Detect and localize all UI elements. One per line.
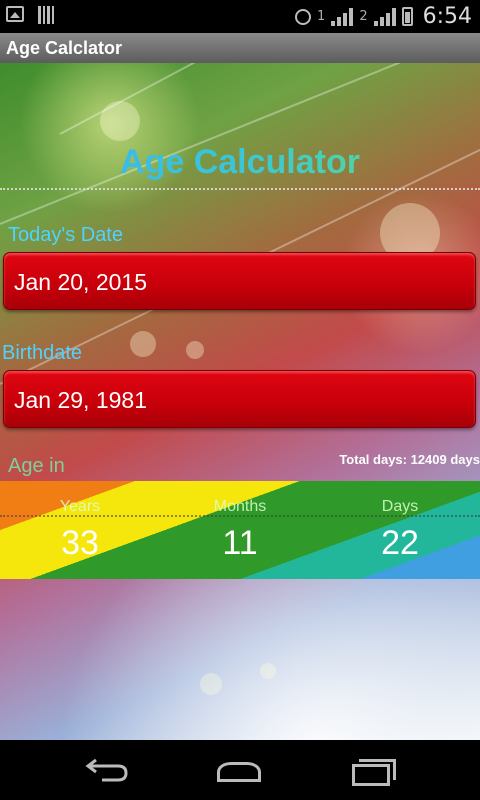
page-title: Age Calculator [0, 143, 480, 182]
age-result-band: Years 33 Months 11 Days 22 [0, 481, 480, 579]
navigation-bar [0, 740, 480, 800]
sim1-label: 1 [317, 9, 326, 24]
home-icon[interactable] [217, 762, 261, 782]
recent-apps-icon[interactable] [352, 759, 396, 786]
app-title: Age Calclator [6, 38, 123, 58]
status-bar: 1 2 6:54 [0, 0, 480, 33]
data-icon [373, 7, 396, 26]
bokeh-light [100, 101, 140, 141]
signal-icon [331, 7, 354, 26]
clock: 6:54 [422, 4, 472, 29]
sim2-label: 2 [359, 9, 368, 24]
bokeh-light [200, 673, 222, 695]
total-days-text: Total days: 12409 days [339, 452, 480, 467]
birthdate-field[interactable]: Jan 29, 1981 [3, 370, 476, 428]
months-column: Months 11 [160, 481, 320, 563]
months-label: Months [213, 498, 267, 515]
birthdate-label: Birthdate [2, 342, 83, 364]
barcode-icon [38, 6, 54, 24]
today-date-label: Today's Date [8, 224, 123, 246]
years-column: Years 33 [0, 481, 160, 563]
days-column: Days 22 [320, 481, 480, 563]
bokeh-light [260, 663, 276, 679]
today-date-field[interactable]: Jan 20, 2015 [3, 252, 476, 310]
age-in-label: Age in [8, 455, 65, 477]
months-value: 11 [222, 524, 258, 562]
bokeh-light [186, 341, 204, 359]
title-divider [0, 188, 480, 190]
bokeh-light [130, 331, 156, 357]
back-icon[interactable] [82, 754, 130, 788]
image-icon [6, 6, 24, 22]
alarm-icon [295, 8, 312, 25]
battery-icon [401, 7, 413, 26]
years-label: Years [59, 498, 101, 515]
main-content: Age Calculator Today's Date Jan 20, 2015… [0, 63, 480, 740]
app-title-bar: Age Calclator [0, 33, 480, 63]
years-value: 33 [61, 524, 99, 562]
days-value: 22 [381, 524, 419, 562]
days-label: Days [381, 498, 419, 515]
